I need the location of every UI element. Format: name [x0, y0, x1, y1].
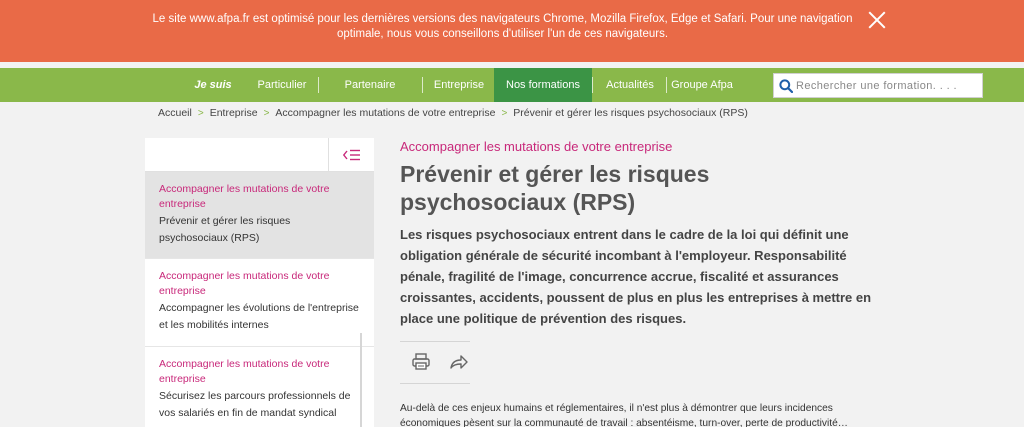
- sidebar-item-category: Accompagner les mutations de votre entre…: [159, 183, 330, 210]
- chevron-right-icon: >: [501, 108, 508, 119]
- nav-item-partenaire[interactable]: Partenaire: [320, 68, 420, 102]
- article-category: Accompagner les mutations de votre entre…: [400, 139, 673, 154]
- print-icon[interactable]: [411, 352, 431, 372]
- breadcrumb-current: Prévenir et gérer les risques psychosoci…: [513, 107, 748, 119]
- search-input[interactable]: [796, 77, 980, 95]
- sidebar-item-title: Sécurisez les parcours professionnels de…: [159, 390, 351, 419]
- breadcrumb-home[interactable]: Accueil: [158, 107, 192, 119]
- divider: [400, 341, 470, 342]
- breadcrumb-mutations[interactable]: Accompagner les mutations de votre entre…: [275, 107, 495, 119]
- divider: [400, 383, 470, 384]
- sidebar-item-category: Accompagner les mutations de votre entre…: [159, 358, 330, 385]
- sidebar-item-rps[interactable]: Accompagner les mutations de votre entre…: [145, 172, 374, 259]
- chevron-right-icon: >: [263, 108, 270, 119]
- sidebar-scrollbar[interactable]: [360, 333, 362, 427]
- share-icon[interactable]: [449, 352, 469, 372]
- search-icon[interactable]: [779, 79, 793, 93]
- browser-warning-banner: Le site www.afpa.fr est optimisé pour le…: [0, 0, 1024, 62]
- sidebar-header: [145, 138, 374, 172]
- sidebar-item-evolutions[interactable]: Accompagner les mutations de votre entre…: [145, 259, 374, 347]
- sidebar-toggle-button[interactable]: [328, 138, 374, 172]
- article-body: Au-delà de ces enjeux humains et régleme…: [400, 403, 848, 427]
- breadcrumb: Accueil > Entreprise > Accompagner les mutat…: [158, 107, 748, 119]
- search-box: [773, 73, 983, 98]
- nav-item-groupe-afpa[interactable]: Groupe Afpa: [666, 68, 738, 102]
- close-icon[interactable]: [868, 11, 886, 29]
- nav-item-nos-formations[interactable]: Nos formations: [494, 68, 592, 102]
- nav-je-suis-label: Je suis: [194, 79, 232, 91]
- article-lead: Les risques psychosociaux entrent dans l…: [400, 227, 872, 326]
- nav-separator: [592, 77, 593, 93]
- nav-item-actualites[interactable]: Actualités: [594, 68, 666, 102]
- chevron-right-icon: >: [197, 108, 204, 119]
- page-title: Prévenir et gérer les risques psychosoci…: [400, 161, 710, 215]
- sidebar-item-mandat-syndical[interactable]: Accompagner les mutations de votre entre…: [145, 347, 374, 427]
- nav-separator: [318, 77, 319, 93]
- sidebar-item-title: Accompagner les évolutions de l'entrepri…: [159, 302, 359, 331]
- breadcrumb-entreprise[interactable]: Entreprise: [210, 107, 258, 119]
- sidebar-item-title: Prévenir et gérer les risques psychosoci…: [159, 215, 291, 244]
- sidebar: Accompagner les mutations de votre entre…: [145, 138, 374, 427]
- nav-separator: [422, 77, 423, 93]
- nav-item-entreprise[interactable]: Entreprise: [424, 68, 494, 102]
- sidebar-item-category: Accompagner les mutations de votre entre…: [159, 270, 330, 297]
- banner-message: Le site www.afpa.fr est optimisé pour le…: [152, 13, 853, 40]
- nav-item-particulier[interactable]: Particulier: [248, 68, 316, 102]
- collapse-menu-icon: [343, 149, 360, 161]
